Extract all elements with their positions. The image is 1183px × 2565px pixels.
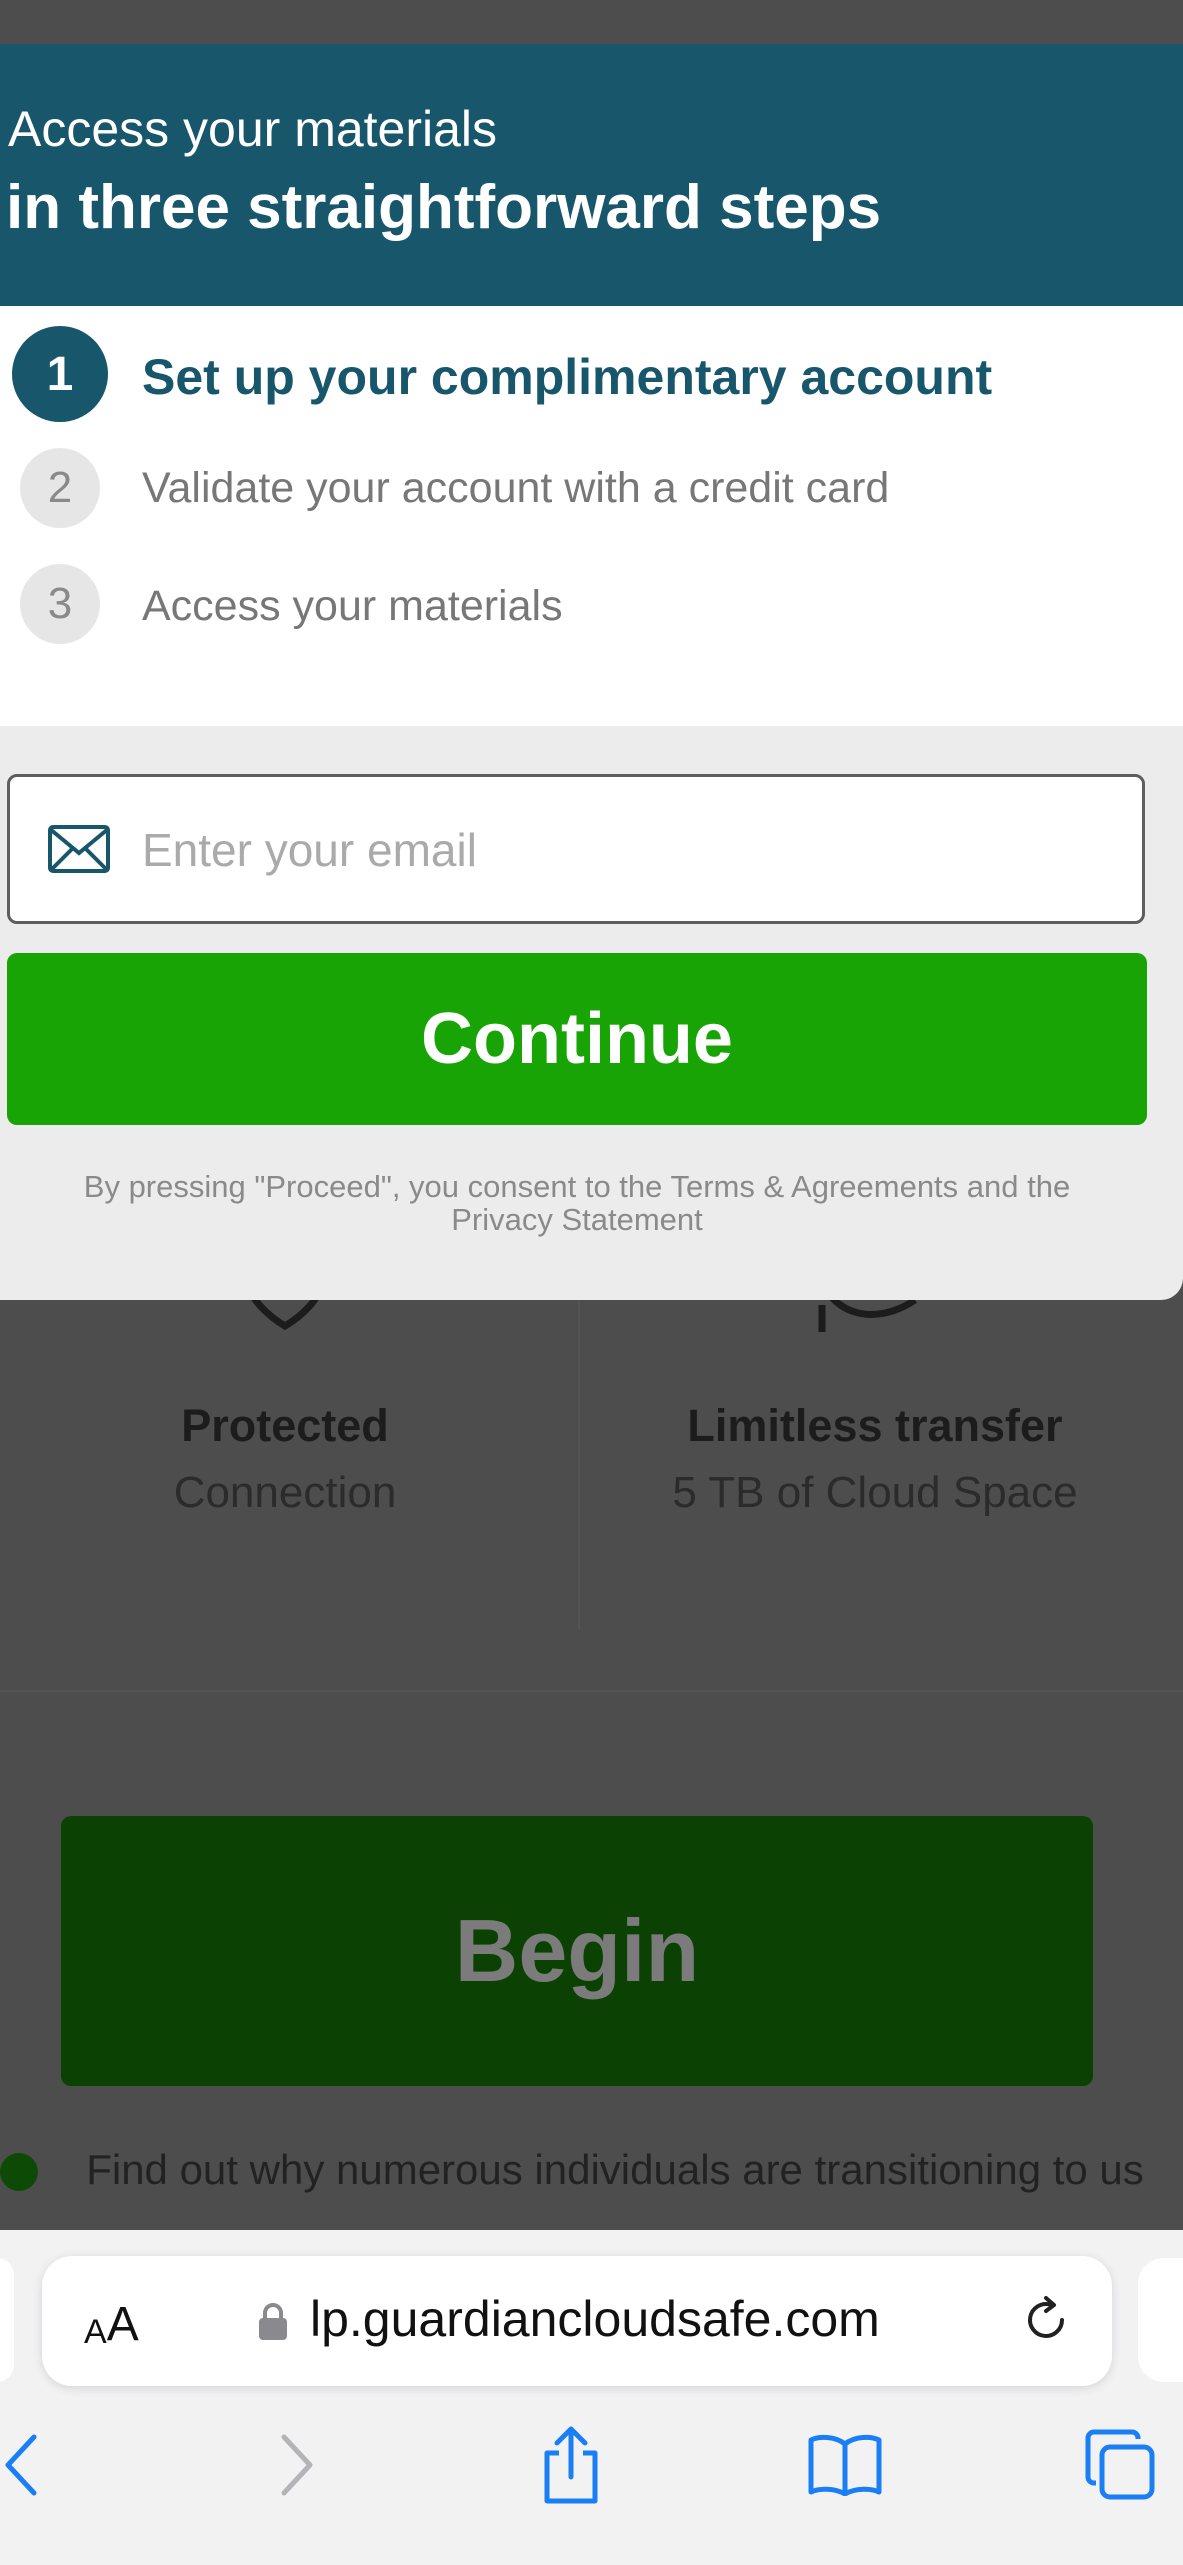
browser-chrome: A A lp.guardiancloudsafe.com xyxy=(0,2230,1183,2565)
back-icon xyxy=(5,2434,37,2496)
bullet-text: Find out why numerous individuals are tr… xyxy=(86,2146,1144,2193)
adjacent-tab-right[interactable] xyxy=(1138,2258,1183,2382)
url-text[interactable]: lp.guardiancloudsafe.com xyxy=(310,2290,880,2348)
begin-button[interactable]: Begin xyxy=(61,1816,1093,2086)
signup-modal: Access your materials in three straightf… xyxy=(0,44,1183,1300)
step-label: Set up your complimentary account xyxy=(142,349,993,405)
steps-list: 1 Set up your complimentary account 2 Va… xyxy=(0,306,1183,726)
section-divider xyxy=(0,1690,1183,1692)
feature-limitless-transfer: Limitless transfer 5 TB of Cloud Space xyxy=(590,1270,1160,1630)
modal-title: in three straightforward steps xyxy=(6,173,882,242)
step-3: 3 Access your materials xyxy=(0,564,1183,664)
back-button[interactable] xyxy=(0,2425,60,2505)
bullet-dot-icon xyxy=(0,2153,38,2191)
step-number-badge: 1 xyxy=(12,326,108,422)
bookmarks-button[interactable] xyxy=(805,2425,885,2505)
bookmarks-icon xyxy=(808,2434,882,2496)
step-number-badge: 3 xyxy=(20,564,100,644)
text-size-button[interactable]: A A xyxy=(84,2292,174,2352)
consent-text: By pressing "Proceed", you consent to th… xyxy=(83,1169,1071,1237)
feature-subtitle: Connection xyxy=(173,1468,397,1517)
tabs-icon xyxy=(1085,2429,1155,2500)
feature-divider xyxy=(578,1290,580,1630)
tabs-button[interactable] xyxy=(1080,2425,1160,2505)
share-icon xyxy=(544,2426,598,2504)
feature-title: Limitless transfer xyxy=(687,1400,1063,1451)
step-1: 1 Set up your complimentary account xyxy=(0,326,1183,426)
text-size-icon-small: A xyxy=(84,2313,107,2351)
step-label: Validate your account with a credit card xyxy=(142,464,890,512)
feature-protected: Protected Connection xyxy=(0,1270,570,1630)
continue-button[interactable]: Continue xyxy=(7,953,1147,1125)
step-number-badge: 2 xyxy=(20,448,100,528)
forward-button[interactable] xyxy=(258,2425,338,2505)
browser-toolbar xyxy=(0,2415,1183,2525)
forward-icon xyxy=(281,2434,313,2496)
modal-subtitle: Access your materials xyxy=(8,101,498,157)
lock-icon xyxy=(259,2303,287,2340)
modal-header: Access your materials in three straightf… xyxy=(0,44,1183,306)
share-button[interactable] xyxy=(531,2425,611,2505)
features-section: Protected Connection Limitless transfer … xyxy=(0,1270,1183,1650)
step-2: 2 Validate your account with a credit ca… xyxy=(0,448,1183,548)
adjacent-tab-left[interactable] xyxy=(0,2258,14,2382)
step-label: Access your materials xyxy=(142,582,563,630)
feature-title: Protected xyxy=(181,1400,389,1451)
email-field-container xyxy=(7,774,1145,924)
email-input[interactable] xyxy=(140,797,1124,903)
text-size-icon-big: A xyxy=(106,2298,139,2351)
mail-icon xyxy=(48,825,110,873)
reload-icon[interactable] xyxy=(1020,2294,1072,2346)
feature-subtitle: 5 TB of Cloud Space xyxy=(672,1468,1078,1517)
address-bar[interactable]: A A lp.guardiancloudsafe.com xyxy=(42,2256,1112,2386)
